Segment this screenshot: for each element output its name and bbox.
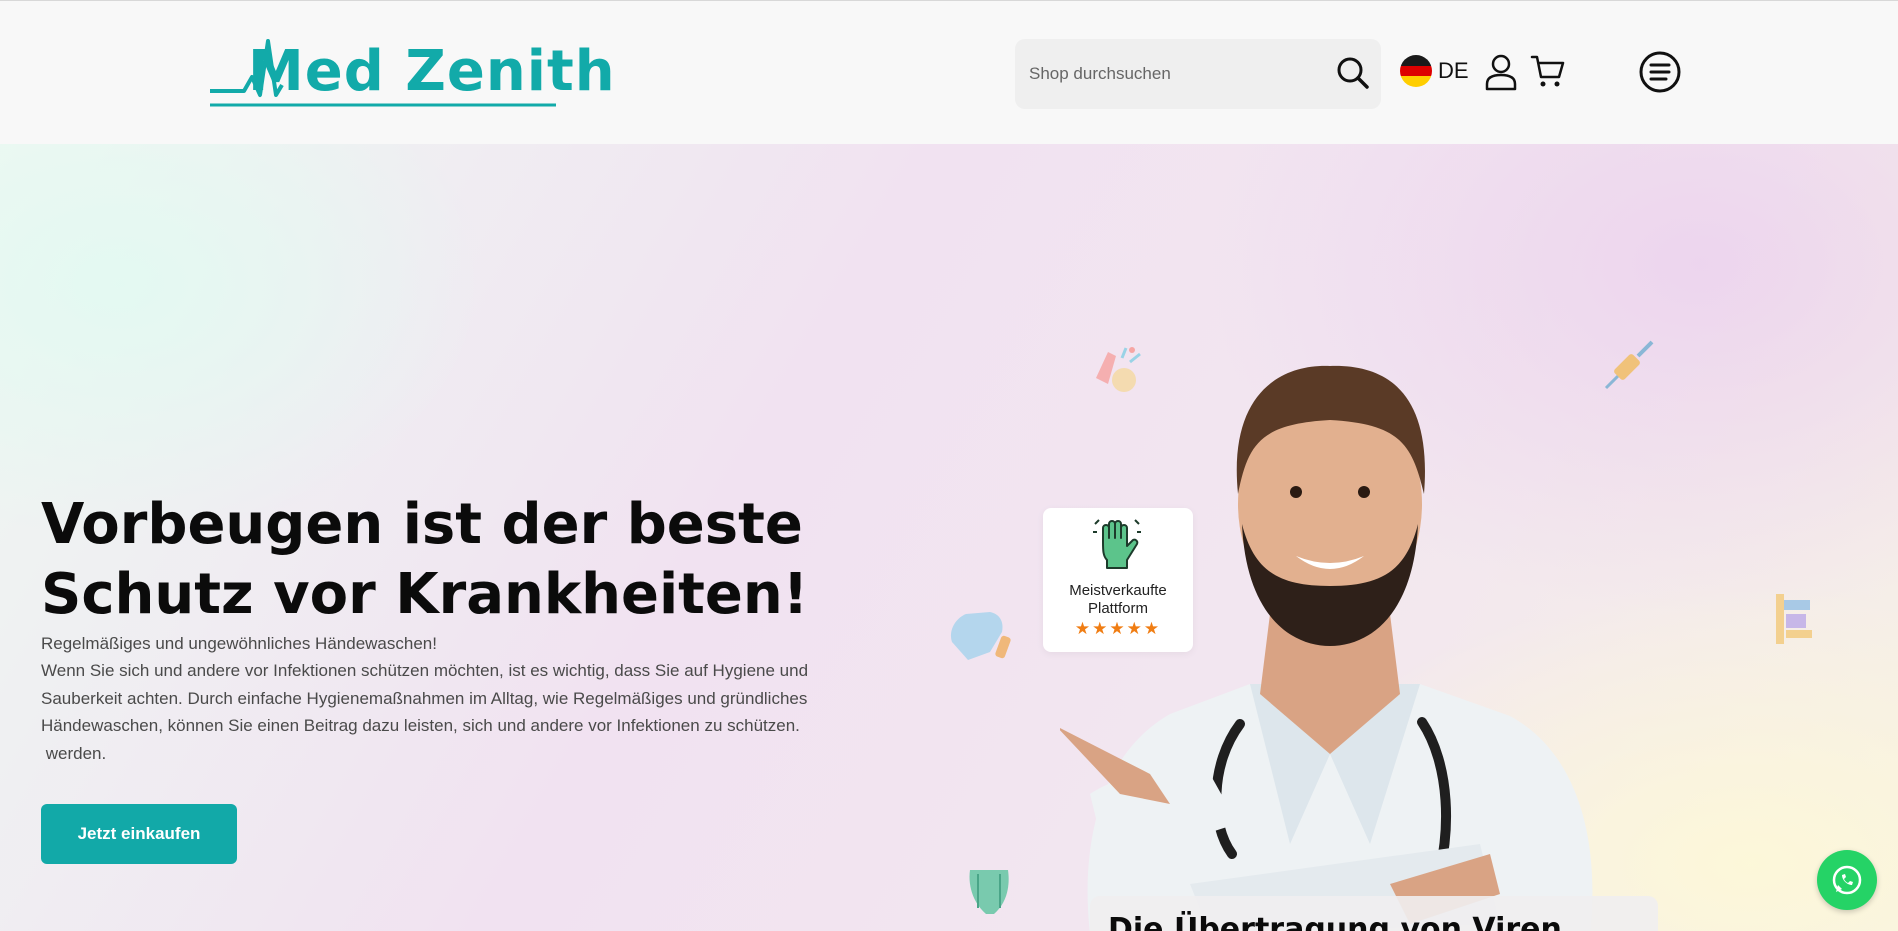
user-icon[interactable]	[1484, 53, 1518, 91]
glove-icon	[1093, 519, 1141, 569]
cart-icon[interactable]	[1530, 53, 1566, 89]
hero-paragraph-line: Sauberkeit achten. Durch einfache Hygien…	[41, 688, 808, 708]
hero-subline: Regelmäßiges und ungewöhnliches Händewas…	[41, 634, 437, 653]
badge-label-line2: Plattform	[1087, 600, 1148, 617]
gloves-icon	[950, 612, 1011, 660]
hero-paragraph-line: Händewaschen, können Sie einen Beitrag d…	[41, 716, 800, 735]
info-card-title: Die Übertragung von Viren	[1108, 912, 1562, 931]
hero-headline-line1: Vorbeugen ist der beste	[41, 492, 803, 557]
bestseller-badge: Meistverkaufte Plattform ★★★★★	[1043, 508, 1193, 652]
face-mask-icon	[969, 870, 1009, 914]
search-bar	[1015, 39, 1381, 109]
search-input[interactable]	[1029, 39, 1319, 109]
hero-headline: Vorbeugen ist der beste Schutz vor Krank…	[41, 490, 861, 630]
logo-text: Med Zenith	[248, 39, 616, 104]
medicine-rack-icon	[1776, 594, 1812, 644]
whatsapp-icon	[1832, 865, 1862, 895]
shop-now-button[interactable]: Jetzt einkaufen	[41, 804, 237, 864]
hero-paragraph-line: werden.	[41, 743, 107, 763]
hero-paragraph-line: Wenn Sie sich und andere vor Infektionen…	[41, 661, 809, 680]
site-header: Med Zenith DE	[0, 0, 1898, 144]
hero-paragraph: Wenn Sie sich und andere vor Infektionen…	[41, 657, 891, 767]
language-switcher[interactable]: DE	[1400, 53, 1469, 89]
language-code: DE	[1438, 58, 1469, 83]
hero-section: Vorbeugen ist der beste Schutz vor Krank…	[0, 144, 1898, 931]
whatsapp-button[interactable]	[1817, 850, 1877, 910]
germany-flag-icon	[1400, 55, 1432, 87]
search-icon[interactable]	[1335, 55, 1371, 91]
badge-label: Meistverkaufte Plattform	[1043, 582, 1193, 618]
rating-stars: ★★★★★	[1074, 619, 1162, 638]
badge-label-line1: Meistverkaufte	[1069, 582, 1167, 599]
menu-icon[interactable]	[1638, 50, 1682, 94]
hero-headline-line2: Schutz vor Krankheiten!	[41, 562, 809, 627]
info-card: Die Übertragung von Viren	[1090, 896, 1658, 931]
logo[interactable]: Med Zenith	[208, 35, 615, 109]
